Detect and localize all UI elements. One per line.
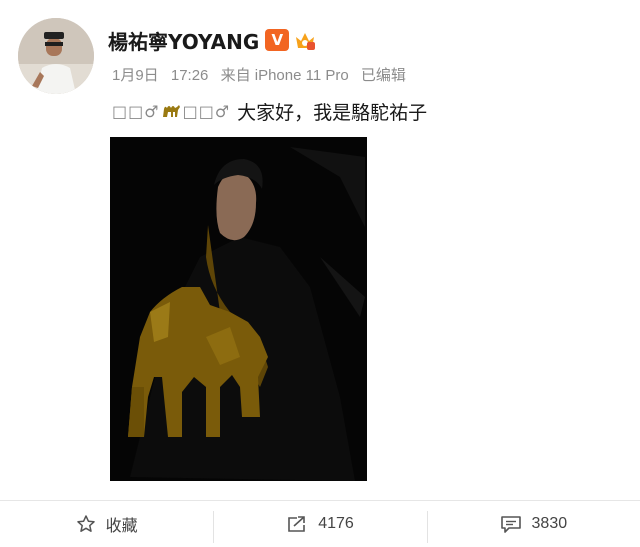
repost-icon	[288, 516, 305, 532]
post-content: □□ ♂ □□ ♂ 大家好，我是駱駝祐子	[112, 96, 427, 126]
post-photo	[110, 137, 367, 481]
post-meta: 1月9日 17:26 来自 iPhone 11 Pro 已编辑	[112, 64, 414, 85]
avatar-image	[18, 18, 94, 94]
unrendered-glyphs: □□	[112, 101, 145, 121]
action-bar: 收藏 4176 3830	[0, 501, 640, 547]
star-icon	[76, 515, 95, 532]
post-date[interactable]: 1月9日	[112, 67, 159, 84]
crown-badge-icon	[296, 33, 316, 50]
favorite-button[interactable]: 收藏	[0, 501, 213, 547]
post-time[interactable]: 17:26	[171, 67, 209, 84]
male-symbol: ♂	[214, 101, 230, 121]
weibo-post: 楊祐寧YOYANG V 1月9日 17:26 来自 iPhone 11 Pro …	[0, 0, 640, 500]
avatar[interactable]	[18, 18, 94, 94]
repost-button[interactable]: 4176	[213, 501, 426, 547]
post-source: 来自 iPhone 11 Pro	[220, 67, 349, 84]
comment-icon	[500, 516, 521, 533]
comment-button[interactable]: 3830	[426, 501, 640, 547]
unrendered-glyphs: □□	[182, 101, 215, 121]
repost-count: 4176	[318, 515, 354, 532]
male-symbol: ♂	[144, 101, 159, 121]
v-badge-icon: V	[265, 29, 290, 51]
camel-icon	[162, 105, 180, 117]
post-text: 大家好，我是駱駝祐子	[237, 101, 428, 124]
favorite-label: 收藏	[105, 518, 138, 535]
post-image[interactable]	[110, 137, 367, 481]
author-name[interactable]: 楊祐寧YOYANG	[108, 26, 259, 55]
comment-count: 3830	[531, 515, 568, 532]
author-row: 楊祐寧YOYANG V	[108, 22, 317, 58]
edited-label[interactable]: 已编辑	[361, 67, 406, 84]
